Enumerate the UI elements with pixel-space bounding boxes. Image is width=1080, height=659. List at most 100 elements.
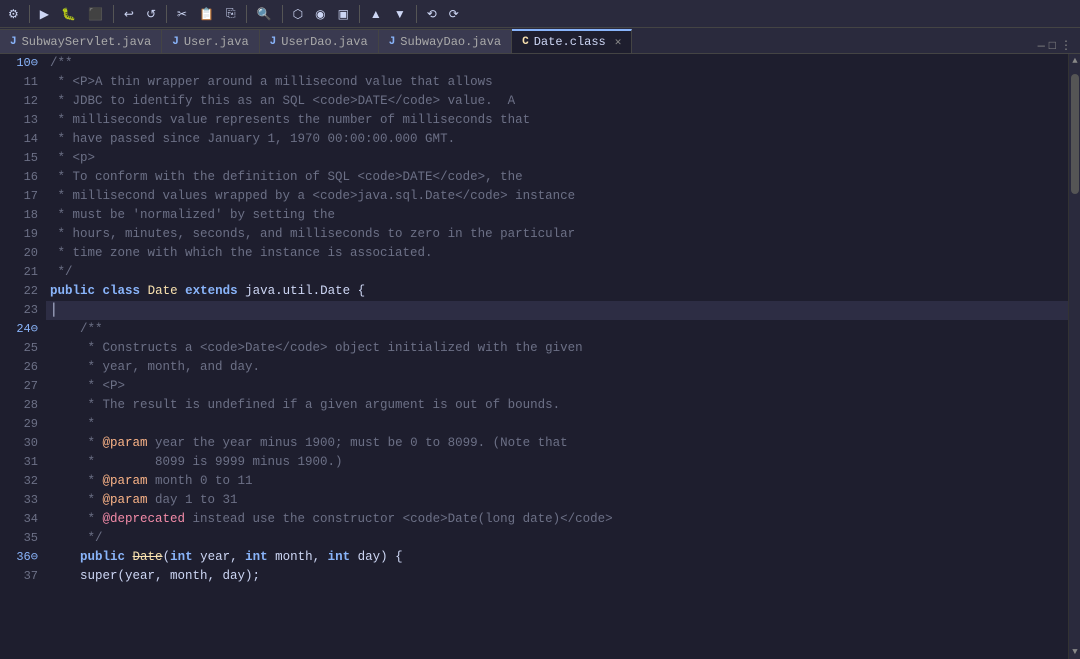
- toolbar-sep-4: [246, 5, 247, 23]
- code-line-34: * @deprecated instead use the constructo…: [46, 510, 1068, 529]
- line-num-15: 15: [4, 149, 38, 168]
- editor-container: 10⊖ 11 12 13 14 15 16 17 18 19 20 21 22 …: [0, 54, 1080, 659]
- toolbar-sep-6: [359, 5, 360, 23]
- tab-icon-user: J: [172, 36, 179, 48]
- code-line-10: /**: [46, 54, 1068, 73]
- toolbar-btn-debug[interactable]: 🐛: [57, 5, 80, 23]
- line-num-30: 30: [4, 434, 38, 453]
- line-num-32: 32: [4, 472, 38, 491]
- code-line-20: * time zone with which the instance is a…: [46, 244, 1068, 263]
- toolbar-btn-run[interactable]: ▶: [36, 5, 53, 23]
- toolbar-btn-search[interactable]: 🔍: [253, 5, 276, 23]
- toolbar-btn-nav3[interactable]: ▣: [334, 5, 353, 23]
- code-line-21: */: [46, 263, 1068, 282]
- tab-overflow: — □ ⋮: [1030, 38, 1080, 53]
- toolbar-btn-paste[interactable]: ⎘: [222, 4, 240, 23]
- line-num-10[interactable]: 10⊖: [4, 54, 38, 73]
- tab-subway-dao[interactable]: J SubwayDao.java: [379, 29, 512, 53]
- line-num-29: 29: [4, 415, 38, 434]
- code-line-32: * @param month 0 to 11: [46, 472, 1068, 491]
- code-line-26: * year, month, and day.: [46, 358, 1068, 377]
- code-area[interactable]: /** * <P>A thin wrapper around a millise…: [46, 54, 1068, 659]
- line-num-26: 26: [4, 358, 38, 377]
- code-line-16: * To conform with the definition of SQL …: [46, 168, 1068, 187]
- toolbar-sep-5: [282, 5, 283, 23]
- line-num-12: 12: [4, 92, 38, 111]
- code-line-22: public class Date extends java.util.Date…: [46, 282, 1068, 301]
- scrollbar-down-button[interactable]: ▼: [1069, 645, 1080, 659]
- line-num-23: 23: [4, 301, 38, 320]
- line-num-25: 25: [4, 339, 38, 358]
- code-line-25: * Constructs a <code>Date</code> object …: [46, 339, 1068, 358]
- toolbar-sep-7: [416, 5, 417, 23]
- line-num-36[interactable]: 36⊖: [4, 548, 38, 567]
- line-num-34: 34: [4, 510, 38, 529]
- toolbar-btn-down[interactable]: ▼: [390, 5, 410, 23]
- tab-label-user: User.java: [184, 35, 249, 49]
- code-line-12: * JDBC to identify this as an SQL <code>…: [46, 92, 1068, 111]
- toolbar-btn-stop[interactable]: ⬛: [84, 5, 107, 23]
- line-num-14: 14: [4, 130, 38, 149]
- overflow-icon[interactable]: ⋮: [1060, 38, 1072, 53]
- tab-label-subway-dao: SubwayDao.java: [400, 35, 501, 49]
- line-num-17: 17: [4, 187, 38, 206]
- tab-icon-date-class: C: [522, 36, 529, 48]
- toolbar-btn-undo[interactable]: ⟲: [423, 5, 441, 23]
- line-num-35: 35: [4, 529, 38, 548]
- tab-label-date-class: Date.class: [534, 35, 606, 49]
- toolbar-btn-cut[interactable]: ✂: [173, 5, 191, 23]
- toolbar-btn-copy[interactable]: 📋: [195, 5, 218, 23]
- toolbar-btn-fwd[interactable]: ↺: [142, 5, 160, 23]
- tab-date-class[interactable]: C Date.class ✕: [512, 29, 632, 53]
- code-line-15: * <p>: [46, 149, 1068, 168]
- tab-bar: J SubwayServlet.java J User.java J UserD…: [0, 28, 1080, 54]
- tab-subway-servlet[interactable]: J SubwayServlet.java: [0, 29, 162, 53]
- tab-icon-subway-servlet: J: [10, 36, 17, 48]
- toolbar-btn-back[interactable]: ↩: [120, 5, 138, 23]
- code-line-17: * millisecond values wrapped by a <code>…: [46, 187, 1068, 206]
- minimize-icon[interactable]: —: [1038, 39, 1045, 53]
- tab-user-dao[interactable]: J UserDao.java: [260, 29, 379, 53]
- maximize-icon[interactable]: □: [1049, 39, 1056, 53]
- code-line-14: * have passed since January 1, 1970 00:0…: [46, 130, 1068, 149]
- code-line-30: * @param year the year minus 1900; must …: [46, 434, 1068, 453]
- toolbar-sep-1: [29, 5, 30, 23]
- toolbar-sep-3: [166, 5, 167, 23]
- code-line-35: */: [46, 529, 1068, 548]
- tab-close-date-class[interactable]: ✕: [615, 35, 622, 49]
- line-num-33: 33: [4, 491, 38, 510]
- toolbar: ⚙ ▶ 🐛 ⬛ ↩ ↺ ✂ 📋 ⎘ 🔍 ⬡ ◉ ▣ ▲ ▼ ⟲ ⟳: [0, 0, 1080, 28]
- line-num-20: 20: [4, 244, 38, 263]
- line-num-31: 31: [4, 453, 38, 472]
- toolbar-btn-nav2[interactable]: ◉: [311, 5, 329, 23]
- tab-icon-user-dao: J: [270, 36, 277, 48]
- code-line-28: * The result is undefined if a given arg…: [46, 396, 1068, 415]
- toolbar-btn-nav1[interactable]: ⬡: [289, 5, 307, 23]
- code-line-11: * <P>A thin wrapper around a millisecond…: [46, 73, 1068, 92]
- line-num-19: 19: [4, 225, 38, 244]
- code-line-27: * <P>: [46, 377, 1068, 396]
- line-num-18: 18: [4, 206, 38, 225]
- code-line-23[interactable]: │: [46, 301, 1068, 320]
- code-line-18: * must be 'normalized' by setting the: [46, 206, 1068, 225]
- line-num-11: 11: [4, 73, 38, 92]
- scrollbar[interactable]: ▲ ▼: [1068, 54, 1080, 659]
- scrollbar-thumb[interactable]: [1071, 74, 1079, 194]
- line-num-24[interactable]: 24⊖: [4, 320, 38, 339]
- code-line-24: /**: [46, 320, 1068, 339]
- line-num-16: 16: [4, 168, 38, 187]
- line-numbers: 10⊖ 11 12 13 14 15 16 17 18 19 20 21 22 …: [0, 54, 46, 659]
- code-line-19: * hours, minutes, seconds, and milliseco…: [46, 225, 1068, 244]
- line-num-21: 21: [4, 263, 38, 282]
- toolbar-btn-redo[interactable]: ⟳: [445, 5, 463, 23]
- toolbar-btn-up[interactable]: ▲: [366, 5, 386, 23]
- line-num-22: 22: [4, 282, 38, 301]
- line-num-13: 13: [4, 111, 38, 130]
- code-line-36: public Date(int year, int month, int day…: [46, 548, 1068, 567]
- scrollbar-up-button[interactable]: ▲: [1069, 54, 1080, 68]
- toolbar-btn-1[interactable]: ⚙: [4, 5, 23, 23]
- tab-user[interactable]: J User.java: [162, 29, 259, 53]
- line-num-28: 28: [4, 396, 38, 415]
- code-line-31: * 8099 is 9999 minus 1900.): [46, 453, 1068, 472]
- code-line-13: * milliseconds value represents the numb…: [46, 111, 1068, 130]
